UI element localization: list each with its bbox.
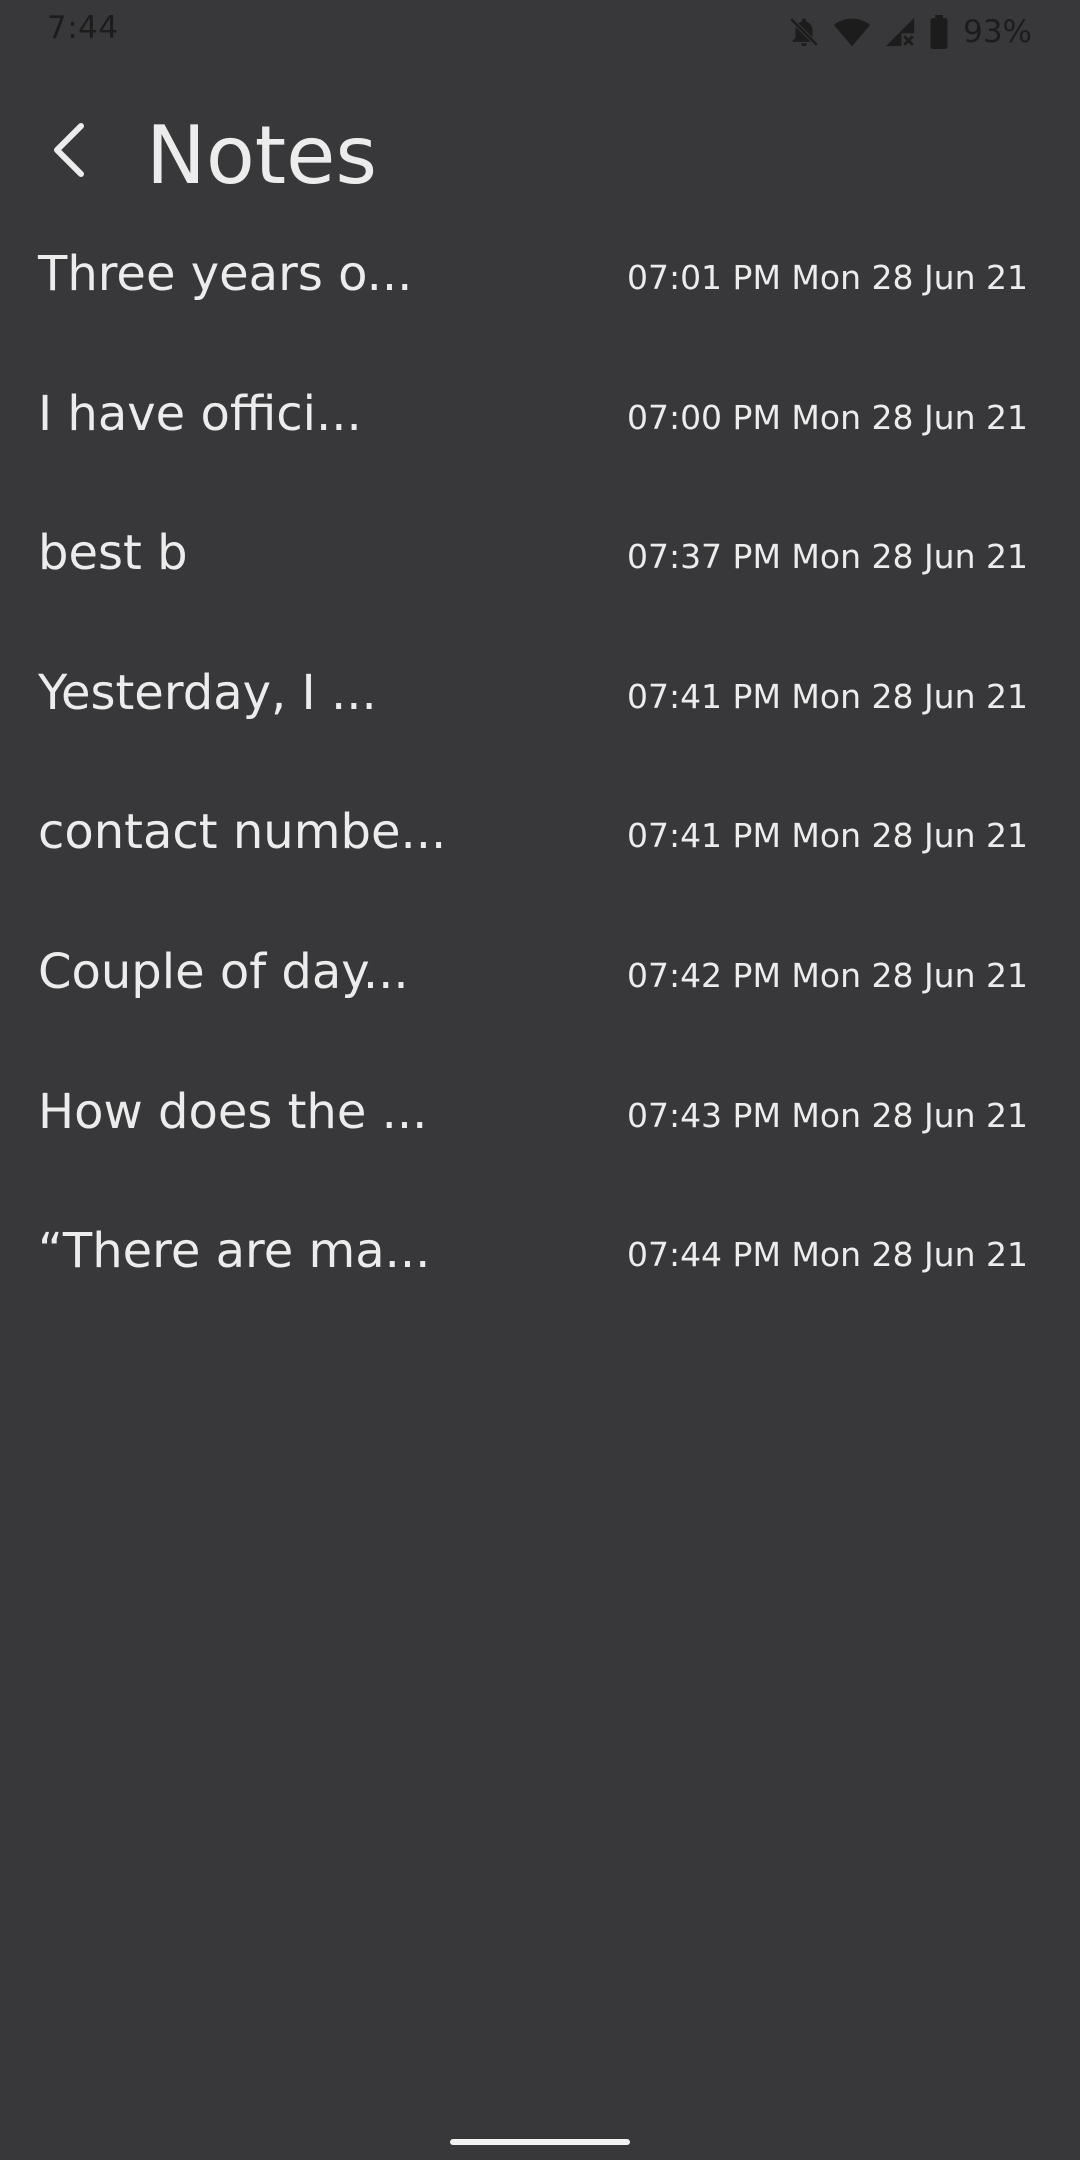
note-title: Three years o...: [38, 246, 413, 302]
arrow-back-icon: [45, 120, 95, 184]
page-title: Notes: [146, 109, 378, 202]
status-icons: 93%: [787, 10, 1032, 54]
note-item[interactable]: contact numbe... 07:41 PM Mon 28 Jun 21: [0, 776, 1080, 916]
note-title: contact numbe...: [38, 804, 447, 861]
note-timestamp: 07:44 PM Mon 28 Jun 21: [626, 1235, 1028, 1275]
gesture-nav-handle[interactable]: [450, 2139, 630, 2145]
app-bar: Notes: [0, 100, 1080, 212]
note-timestamp: 07:42 PM Mon 28 Jun 21: [626, 955, 1028, 995]
note-title: best b: [38, 525, 188, 582]
battery-icon: [929, 15, 949, 49]
note-title: “There are ma...: [38, 1223, 431, 1280]
note-item[interactable]: Couple of day... 07:42 PM Mon 28 Jun 21: [0, 916, 1080, 1056]
note-title: Yesterday, I ...: [38, 664, 377, 721]
note-timestamp: 07:41 PM Mon 28 Jun 21: [626, 816, 1028, 856]
note-title: I have offici...: [38, 385, 362, 442]
note-item[interactable]: I have offici... 07:00 PM Mon 28 Jun 21: [0, 358, 1080, 498]
note-timestamp: 07:43 PM Mon 28 Jun 21: [626, 1095, 1028, 1135]
status-bar: 7:44 93%: [0, 0, 1080, 64]
notes-list: Three years o... 07:01 PM Mon 28 Jun 21 …: [0, 218, 1080, 1335]
signal-no-data-icon: [883, 15, 917, 49]
note-item[interactable]: Three years o... 07:01 PM Mon 28 Jun 21: [0, 218, 1080, 358]
back-button[interactable]: [30, 112, 110, 192]
notifications-off-icon: [787, 15, 821, 49]
note-title: Couple of day...: [38, 943, 409, 1000]
status-time: 7:44: [47, 10, 119, 46]
note-item[interactable]: best b 07:37 PM Mon 28 Jun 21: [0, 497, 1080, 637]
note-item[interactable]: Yesterday, I ... 07:41 PM Mon 28 Jun 21: [0, 637, 1080, 777]
note-timestamp: 07:01 PM Mon 28 Jun 21: [626, 258, 1028, 297]
battery-percent: 93%: [963, 14, 1032, 50]
note-timestamp: 07:00 PM Mon 28 Jun 21: [626, 397, 1028, 437]
note-item[interactable]: How does the ... 07:43 PM Mon 28 Jun 21: [0, 1056, 1080, 1196]
note-timestamp: 07:41 PM Mon 28 Jun 21: [626, 676, 1028, 716]
note-item[interactable]: “There are ma... 07:44 PM Mon 28 Jun 21: [0, 1195, 1080, 1335]
note-title: How does the ...: [38, 1083, 428, 1140]
wifi-icon: [833, 15, 871, 49]
note-timestamp: 07:37 PM Mon 28 Jun 21: [626, 537, 1028, 577]
